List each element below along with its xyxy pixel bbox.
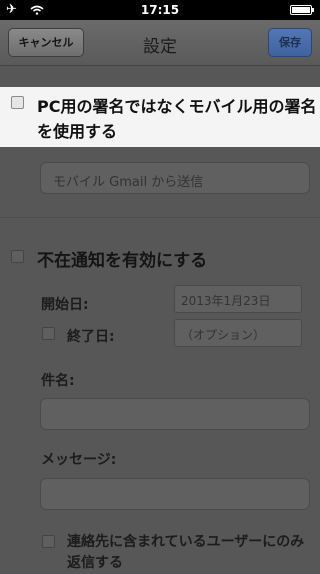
subject-input[interactable] (40, 398, 310, 430)
signature-input[interactable]: モバイル Gmail から送信 (40, 162, 310, 194)
navigation-bar: キャンセル 設定 保存 (0, 20, 320, 66)
end-date-placeholder: （オプション） (181, 328, 266, 342)
start-date-value: 2013年1月23日 (181, 294, 271, 308)
message-label: メッセージ: (41, 452, 117, 468)
end-date-field[interactable]: （オプション） (174, 319, 302, 347)
end-date-checkbox[interactable] (42, 327, 55, 340)
mobile-signature-row[interactable]: PC用の署名ではなくモバイル用の署名を使用する (0, 87, 320, 147)
contacts-only-checkbox[interactable] (42, 535, 55, 548)
vacation-enable-checkbox[interactable] (11, 250, 24, 263)
section-divider (0, 217, 320, 218)
save-button[interactable]: 保存 (268, 28, 312, 57)
battery-icon (290, 5, 314, 15)
mobile-signature-label: PC用の署名ではなくモバイル用の署名を使用する (37, 97, 317, 141)
end-date-label: 終了日: (67, 329, 115, 345)
vacation-enable-label: 不在通知を有効にする (37, 251, 208, 271)
subject-label: 件名: (41, 373, 75, 389)
status-bar: ✈ 17:15 (0, 0, 320, 20)
start-date-label: 開始日: (41, 297, 89, 313)
start-date-field[interactable]: 2013年1月23日 (174, 285, 302, 313)
signature-placeholder: モバイル Gmail から送信 (53, 175, 204, 190)
message-input[interactable] (40, 478, 310, 510)
mobile-signature-checkbox[interactable] (11, 96, 24, 109)
status-time: 17:15 (140, 3, 180, 17)
